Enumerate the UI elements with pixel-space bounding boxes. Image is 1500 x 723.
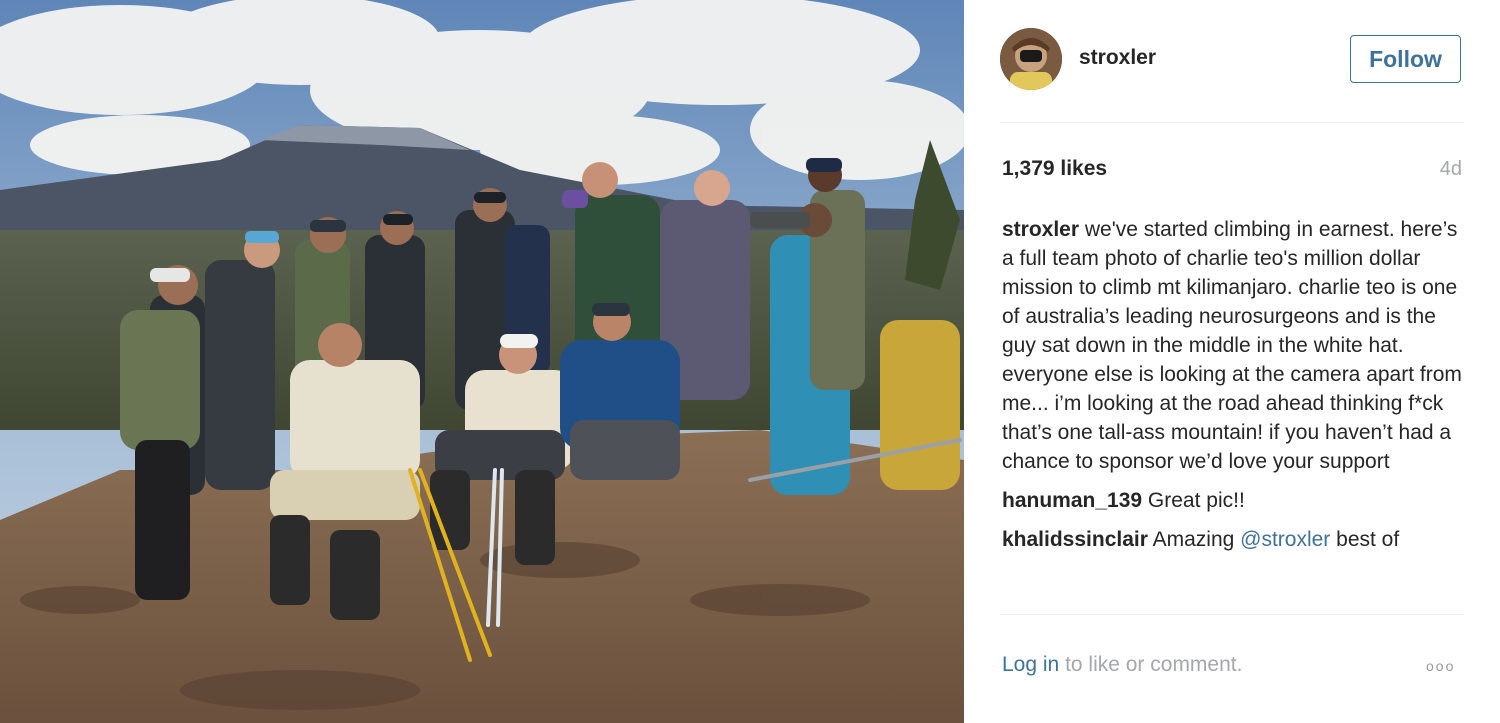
comment-username[interactable]: hanuman_139 <box>1002 489 1142 512</box>
avatar-image <box>1000 28 1062 90</box>
login-prompt: Log in to like or comment. <box>1002 653 1242 677</box>
login-link[interactable]: Log in <box>1002 653 1059 676</box>
comment-username[interactable]: stroxler <box>1002 218 1079 241</box>
post-photo[interactable] <box>0 0 964 723</box>
follow-button[interactable]: Follow <box>1350 35 1461 83</box>
more-options-icon[interactable]: ooo <box>1426 658 1455 674</box>
post-header: stroxler Follow <box>1000 26 1464 92</box>
divider <box>1000 122 1464 123</box>
team-photo-image <box>0 0 964 723</box>
post-sidebar: stroxler Follow 1,379 likes 4d stroxler … <box>964 0 1500 723</box>
post-timestamp[interactable]: 4d <box>1440 158 1462 181</box>
mention-link[interactable]: @stroxler <box>1240 528 1330 551</box>
comment-text: we've started climbing in earnest. here’… <box>1002 218 1462 473</box>
comment-item: hanuman_139 Great pic!! <box>1002 486 1462 515</box>
caption: stroxler we've started climbing in earne… <box>1002 215 1462 476</box>
divider <box>1000 614 1464 615</box>
avatar[interactable] <box>1000 28 1062 90</box>
comment-username[interactable]: khalidssinclair <box>1002 528 1148 551</box>
login-prompt-text: to like or comment. <box>1065 653 1243 676</box>
comment-text: best of <box>1336 528 1400 551</box>
username-link[interactable]: stroxler <box>1079 46 1156 70</box>
comments-list[interactable]: stroxler we've started climbing in earne… <box>1002 215 1462 613</box>
comment-text: Amazing <box>1152 528 1235 551</box>
comment-item: khalidssinclair Amazing @stroxler best o… <box>1002 525 1462 554</box>
comment-text: Great pic!! <box>1147 489 1245 512</box>
likes-count[interactable]: 1,379 likes <box>1002 157 1107 181</box>
